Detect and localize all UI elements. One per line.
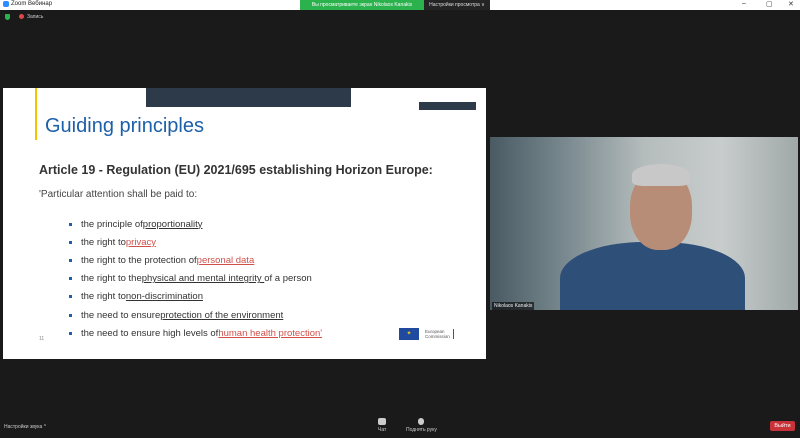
chat-icon — [378, 418, 387, 425]
close-button[interactable]: ✕ — [788, 0, 794, 8]
slide-header-bar — [146, 88, 351, 107]
recording-icon — [19, 14, 24, 19]
list-item: the principle of proportionality — [69, 215, 322, 233]
speaker-figure — [550, 162, 745, 310]
list-item: the right to non-discrimination — [69, 288, 322, 306]
slide-accent-line — [35, 88, 37, 140]
item-term: proportionality — [142, 218, 203, 230]
maximize-button[interactable]: ▢ — [766, 0, 773, 8]
list-item: the need to ensure protection of the env… — [69, 306, 322, 324]
item-text: the need to ensure high levels of — [81, 327, 219, 339]
window-title: Zoom Вебинар — [11, 1, 53, 7]
minimize-button[interactable]: – — [742, 0, 746, 7]
meeting-toolbar: Настройки звука ^ Чат Поднять руку Выйти — [0, 414, 800, 438]
item-text: the right to the — [81, 273, 142, 285]
slide-intro: 'Particular attention shall be paid to: — [39, 189, 198, 200]
item-text: the principle of — [81, 218, 143, 230]
audio-settings-button[interactable]: Настройки звука ^ — [4, 424, 46, 430]
item-term: privacy — [125, 236, 156, 248]
shared-slide: Guiding principles Article 19 - Regulati… — [3, 88, 486, 359]
status-bar — [0, 10, 800, 24]
chat-label: Чат — [378, 427, 387, 433]
principles-list: the principle of proportionality the rig… — [69, 215, 322, 342]
bullet-icon — [69, 222, 72, 226]
bullet-icon — [69, 277, 72, 281]
bullet-icon — [69, 295, 72, 299]
item-text: the right to — [81, 236, 126, 248]
chat-button[interactable]: Чат — [378, 418, 386, 433]
slide-title: Guiding principles — [45, 115, 204, 137]
item-text: the right to — [81, 291, 126, 303]
slide-article-heading: Article 19 - Regulation (EU) 2021/695 es… — [39, 163, 433, 177]
bullet-icon — [69, 313, 72, 317]
item-term: physical and mental integrity — [141, 273, 265, 285]
list-item: the right to the physical and mental int… — [69, 270, 322, 288]
security-shield-icon[interactable] — [5, 14, 10, 20]
leave-button[interactable]: Выйти — [770, 421, 795, 431]
slide-header-tab — [419, 102, 476, 110]
item-text: the right to the protection of — [81, 254, 197, 266]
item-text-suffix: of a person — [264, 273, 312, 285]
recording-label: Запись — [27, 14, 44, 20]
title-bar: Zoom Вебинар Вы просматриваете экран Nik… — [0, 0, 800, 10]
logo-text-line2: Commission — [425, 334, 450, 339]
raise-hand-label: Поднять руку — [406, 427, 437, 433]
list-item: the need to ensure high levels of human … — [69, 324, 322, 342]
slide-page-number: 11 — [39, 336, 45, 342]
raise-hand-button[interactable]: Поднять руку — [406, 418, 437, 433]
zoom-logo-icon — [3, 1, 9, 7]
bullet-icon — [69, 240, 72, 244]
bullet-icon — [69, 258, 72, 262]
bullet-icon — [69, 331, 72, 335]
list-item: the right to the protection of personal … — [69, 251, 322, 269]
participant-video[interactable]: Nikolaos Kanakis — [490, 137, 798, 310]
hand-icon — [418, 418, 425, 425]
item-text: the need to ensure — [81, 309, 161, 321]
view-options-button[interactable]: Настройки просмотра ∨ — [424, 0, 490, 10]
item-term: personal data — [196, 254, 255, 266]
list-item: the right to privacy — [69, 233, 322, 251]
eu-flag-icon: ✦ — [399, 328, 419, 340]
item-term: protection of the environment — [160, 309, 284, 321]
item-term: non-discrimination — [125, 291, 203, 303]
screen-share-banner: Вы просматриваете экран Nikolaos Kanakis — [300, 0, 424, 10]
european-commission-logo: ✦ European Commission — [399, 328, 454, 340]
participant-name: Nikolaos Kanakis — [492, 302, 535, 310]
item-term: human health protection' — [218, 327, 323, 339]
